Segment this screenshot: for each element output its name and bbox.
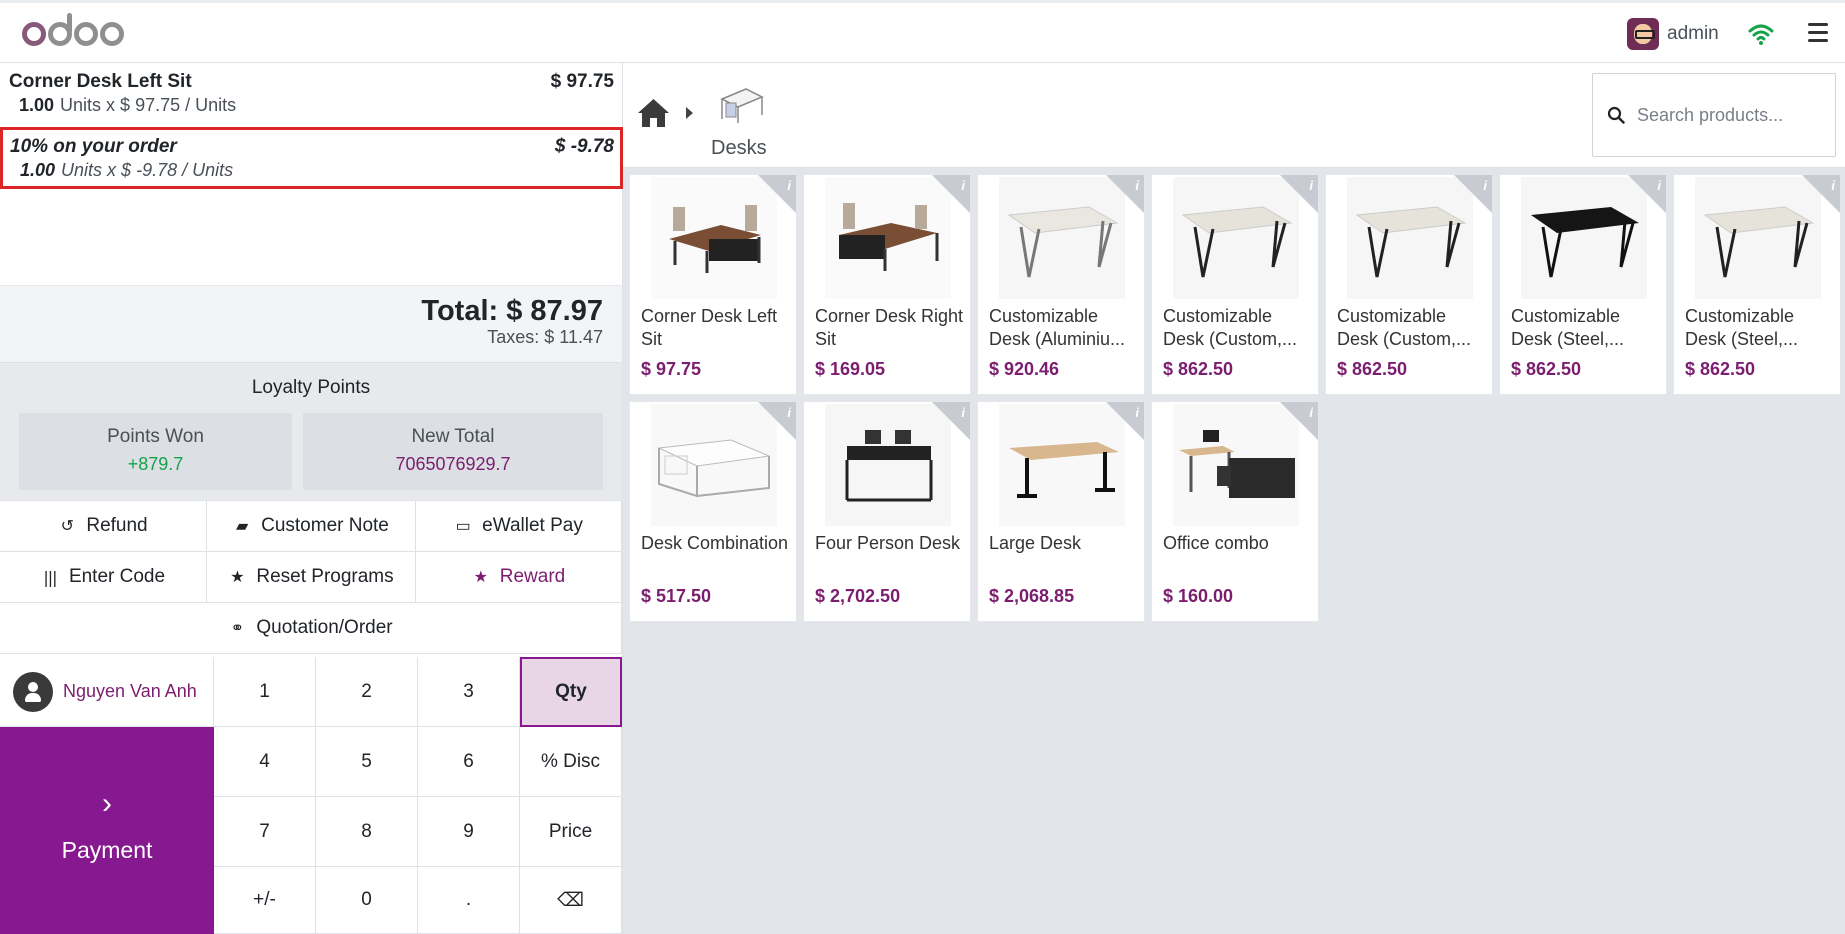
numpad-discount[interactable]: % Disc [520,727,622,797]
numpad-6[interactable]: 6 [418,727,520,797]
search-input[interactable] [1637,104,1822,126]
home-icon[interactable] [636,97,671,129]
ewallet-pay-button[interactable]: ▭ eWallet Pay [416,501,622,552]
numpad-price[interactable]: Price [520,797,622,867]
desk-category-icon[interactable] [718,83,766,125]
order-line-discount[interactable]: 10% on your order $ -9.78 1.00 Units x $ … [0,127,623,189]
product-card[interactable]: i Corner Desk Right Sit $ 169.05 [803,174,971,395]
numpad-0[interactable]: 0 [316,867,418,934]
loyalty-points: Loyalty Points Points Won +879.7 New Tot… [0,363,622,501]
product-card[interactable]: i Office combo $ 160.00 [1151,401,1319,622]
refund-icon: ↺ [60,518,75,535]
user-avatar [1627,18,1659,50]
customer-button[interactable]: Nguyen Van Anh [0,657,214,727]
info-icon[interactable]: i [787,405,791,420]
info-icon[interactable]: i [1309,178,1313,193]
info-icon[interactable]: i [961,178,965,193]
top-bar: admin [0,0,1845,63]
payment-button[interactable]: › Payment [0,727,214,934]
numpad-4[interactable]: 4 [214,727,316,797]
numpad-8[interactable]: 8 [316,797,418,867]
info-icon[interactable]: i [961,405,965,420]
numpad-2[interactable]: 2 [316,657,418,727]
enter-code-button[interactable]: ||| Enter Code [0,552,207,603]
breadcrumb-category[interactable]: Desks [711,137,767,160]
product-card[interactable]: i Customizable Desk (Custom,... $ 862.50 [1151,174,1319,395]
points-won: Points Won +879.7 [19,413,292,490]
order-total: Total: $ 87.97 [421,295,603,327]
reward-button[interactable]: ★ Reward [416,552,622,603]
breadcrumb: Desks [623,63,1845,168]
info-icon[interactable]: i [1135,178,1139,193]
product-card[interactable]: i Large Desk $ 2,068.85 [977,401,1145,622]
info-icon[interactable]: i [787,178,791,193]
numpad-dot[interactable]: . [418,867,520,934]
info-icon[interactable]: i [1135,405,1139,420]
search-icon [1607,106,1625,124]
username: admin [1667,23,1719,44]
product-card[interactable]: i Corner Desk Left Sit $ 97.75 [629,174,797,395]
user-menu[interactable]: admin [1627,17,1719,51]
info-icon[interactable]: i [1309,405,1313,420]
product-card[interactable]: i Customizable Desk (Steel,... $ 862.50 [1499,174,1667,395]
search-box[interactable] [1592,73,1836,157]
star-icon: ★ [230,569,245,586]
numpad-7[interactable]: 7 [214,797,316,867]
odoo-logo [22,13,126,51]
info-icon[interactable]: i [1831,178,1835,193]
product-card[interactable]: i Desk Combination $ 517.50 [629,401,797,622]
credit-card-icon: ▭ [455,518,471,535]
order-totals: Total: $ 87.97 Taxes: $ 11.47 [0,285,622,363]
breadcrumb-separator-icon [686,107,693,119]
numpad-9[interactable]: 9 [418,797,520,867]
numpad-qty[interactable]: Qty [520,657,622,727]
product-card[interactable]: i Customizable Desk (Aluminiu... $ 920.4… [977,174,1145,395]
order-panel: Corner Desk Left Sit $ 97.75 1.00 Units x… [0,63,623,934]
hamburger-menu-icon[interactable] [1808,23,1828,45]
wifi-icon[interactable] [1748,21,1774,47]
customer-note-button[interactable]: ▰ Customer Note [207,501,416,552]
numpad-plus-minus[interactable]: +/- [214,867,316,934]
product-card[interactable]: i Customizable Desk (Steel,... $ 862.50 [1673,174,1841,395]
order-line[interactable]: Corner Desk Left Sit $ 97.75 1.00 Units x… [0,63,623,125]
info-icon[interactable]: i [1657,178,1661,193]
link-icon: ⚭ [230,620,245,637]
refund-button[interactable]: ↺ Refund [0,501,207,552]
product-card[interactable]: i Customizable Desk (Custom,... $ 862.50 [1325,174,1493,395]
product-card[interactable]: i Four Person Desk $ 2,702.50 [803,401,971,622]
info-icon[interactable]: i [1483,178,1487,193]
chevron-right-icon: › [102,787,112,820]
quotation-order-button[interactable]: ⚭ Quotation/Order [0,603,622,654]
numpad-backspace[interactable]: ⌫ [520,867,622,934]
star-icon: ★ [473,569,488,586]
reset-programs-button[interactable]: ★ Reset Programs [207,552,416,603]
numpad-5[interactable]: 5 [316,727,418,797]
order-taxes: Taxes: $ 11.47 [487,327,603,347]
product-panel: Desks i Corner Desk Left Sit $ 97.75 [623,63,1845,934]
numpad-3[interactable]: 3 [418,657,520,727]
points-new-total: New Total 7065076929.7 [303,413,603,490]
note-icon: ▰ [235,518,249,535]
barcode-icon: ||| [43,567,57,587]
numpad-1[interactable]: 1 [214,657,316,727]
user-icon [13,671,53,712]
